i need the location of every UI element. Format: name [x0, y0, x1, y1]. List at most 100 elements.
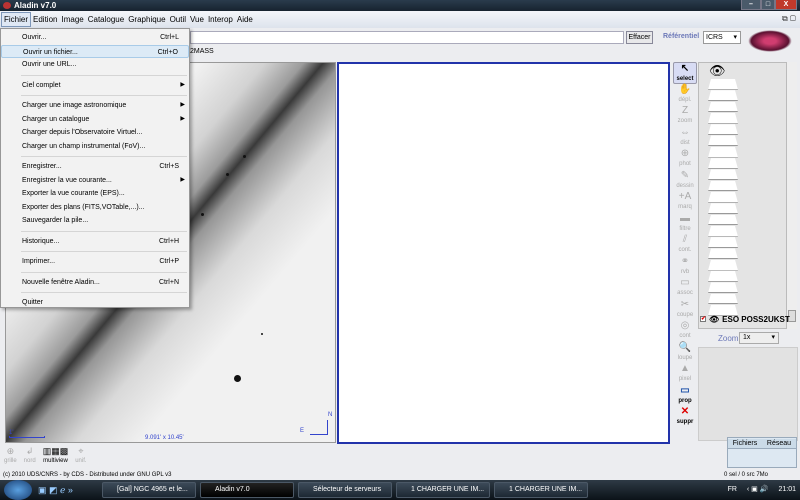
fov-label: 9.091' x 10.45' [145, 435, 184, 441]
tool-loupe[interactable]: 🔍 loupe [673, 342, 697, 364]
menu-vue[interactable]: Vue [188, 13, 206, 26]
toolbar: ↖ select ✋ dépl. Zzoom ⇔ dist ⊕ phot ✎ dessin +A mar… [673, 62, 697, 428]
frame-select[interactable]: ICRS ▾ [703, 31, 741, 44]
tool-dist[interactable]: ⇔ dist [673, 127, 697, 149]
menu-image[interactable]: Image [59, 13, 85, 26]
plane-checkbox[interactable]: ✔ [700, 316, 706, 322]
menu-item[interactable]: Ciel complet ▶ [1, 79, 189, 93]
taskbar-item[interactable]: 1 CHARGER UNE IM... [396, 482, 490, 498]
menu-item[interactable]: Quitter [1, 296, 189, 310]
tool-dpl[interactable]: ✋ dépl. [673, 84, 697, 106]
menu-edition[interactable]: Edition [31, 13, 59, 26]
tool-filtre[interactable]: ▬ filtre [673, 213, 697, 235]
rvb-icon: ⚭ [680, 255, 690, 267]
tool-assoc[interactable]: ▭ assoc [673, 277, 697, 299]
empty-plane-slot [708, 135, 738, 147]
coupe-icon: ✂ [680, 298, 690, 310]
start-button[interactable] [4, 480, 32, 500]
empty-plane-slot [708, 225, 738, 237]
tab-reseau[interactable]: Réseau [762, 439, 796, 449]
tray-icons[interactable]: ‹ ▣ 🔊 [747, 480, 769, 500]
minimize-button[interactable]: – [741, 0, 761, 10]
menu-item-label: Ouvrir un fichier... [23, 48, 78, 56]
menu-item[interactable]: Charger depuis l'Observatoire Virtuel... [1, 126, 189, 140]
tool-multiview[interactable]: ▥▦▩ multiview [43, 446, 69, 465]
stack-scrollbar[interactable] [787, 62, 797, 329]
menu-aide[interactable]: Aide [235, 13, 255, 26]
menu-bar: Fichier Edition Image Catalogue Graphique Out… [0, 11, 800, 28]
taskbar-item[interactable]: 1 CHARGER UNE IM... [494, 482, 588, 498]
app-icon [3, 2, 11, 9]
menu-item[interactable]: Enregistrer... Ctrl+S [1, 160, 189, 174]
command-input[interactable] [190, 31, 624, 44]
empty-plane-slot [708, 237, 738, 248]
menu-item[interactable]: Ouvrir un fichier... Ctrl+O [1, 44, 189, 58]
menu-item[interactable]: Enregistrer la vue courante... ▶ [1, 174, 189, 188]
prop-icon: ▭ [680, 384, 690, 396]
plane-stack[interactable]: 👁 [698, 62, 787, 329]
star [226, 173, 229, 176]
menu-item-label: Historique... [22, 237, 60, 245]
tool-label: prop [678, 397, 692, 404]
menu-item[interactable]: Charger une image astronomique ▶ [1, 99, 189, 113]
menu-item[interactable]: Charger un catalogue ▶ [1, 113, 189, 127]
menu-outil[interactable]: Outil [168, 13, 188, 26]
nord-icon: ↲ [25, 446, 34, 456]
menu-separator [21, 230, 187, 232]
tool-unif[interactable]: ⌖ unif. [75, 446, 86, 465]
taskbar-item[interactable]: Aladin v7.0 [200, 482, 294, 498]
menu-item[interactable]: Exporter des plans (FITS,VOTable,...)... [1, 201, 189, 215]
maximize-button[interactable]: □ [761, 0, 775, 10]
menu-item[interactable]: Exporter la vue courante (EPS)... [1, 187, 189, 201]
menu-item[interactable]: Sauvegarder la pile... [1, 214, 189, 228]
tool-label: cont [679, 333, 691, 339]
tool-dessin[interactable]: ✎ dessin [673, 170, 697, 192]
window-restore-icons[interactable]: ⧉ ▢ [782, 14, 796, 24]
close-button[interactable]: X [775, 0, 797, 10]
filtre-icon: ▬ [680, 212, 690, 224]
tool-cont[interactable]: ◎ cont [673, 320, 697, 342]
tool-suppr[interactable]: ✕ suppr [673, 406, 697, 428]
title-bar: Aladin v7.0 – □ X [0, 0, 800, 11]
tool-grille[interactable]: ⊕ grille [4, 446, 17, 465]
empty-plane-slot [708, 259, 738, 271]
zoom-select[interactable]: 1x ▾ [739, 332, 779, 344]
eye-icon[interactable]: 👁 [709, 63, 786, 79]
taskbar-item[interactable]: Sélecteur de serveurs [298, 482, 392, 498]
menu-item[interactable]: Nouvelle fenêtre Aladin... Ctrl+N [1, 276, 189, 290]
tool-pixel[interactable]: ▲ pixel [673, 363, 697, 385]
menu-fichier[interactable]: Fichier [1, 12, 32, 27]
menu-item[interactable]: Historique... Ctrl+H [1, 235, 189, 249]
menu-item-shortcut: Ctrl+P [159, 258, 179, 265]
quick-launch-icons[interactable]: ▣ ◩ ℯ » [38, 484, 98, 496]
menu-catalogue[interactable]: Catalogue [86, 13, 126, 26]
plane-item[interactable]: ✔ 👁 ESO POSS2UKST [700, 314, 790, 324]
menu-graphique[interactable]: Graphique [126, 13, 167, 26]
tool-coupe[interactable]: ✂ coupe [673, 299, 697, 321]
clock: 21:01 [778, 486, 796, 493]
menu-item[interactable]: Ouvrir... Ctrl+L [1, 31, 189, 45]
tool-phot[interactable]: ⊕ phot [673, 148, 697, 170]
menu-item[interactable]: Ouvrir une URL... [1, 58, 189, 72]
tool-nord[interactable]: ↲ nord [24, 446, 36, 465]
menu-item[interactable]: Imprimer... Ctrl+P [1, 255, 189, 269]
submenu-arrow-icon: ▶ [180, 115, 185, 122]
tab-fichiers[interactable]: Fichiers [728, 439, 762, 449]
tool-select[interactable]: ↖ select [673, 62, 697, 84]
submenu-arrow-icon: ▶ [180, 176, 185, 183]
tool-zoom[interactable]: Zzoom [673, 105, 697, 127]
menu-item[interactable]: Charger un champ instrumental (FoV)... [1, 140, 189, 154]
language-indicator[interactable]: FR [728, 480, 737, 500]
tool-prop[interactable]: ▭ prop [673, 385, 697, 407]
tool-marq[interactable]: +A marq [673, 191, 697, 213]
taskbar-item[interactable]: [Gal] NGC 4965 et le... [102, 482, 196, 498]
tool-label: marq [678, 204, 692, 210]
clear-button[interactable]: Effacer [626, 31, 653, 44]
empty-plane-slot [708, 79, 738, 90]
tool-cont[interactable]: ⫽ cont. [673, 234, 697, 256]
image-view-right[interactable] [337, 62, 670, 444]
menu-item-label: Charger un catalogue [22, 115, 90, 123]
menu-interop[interactable]: Interop [206, 13, 235, 26]
menu-item-label: Enregistrer... [22, 163, 62, 170]
tool-rvb[interactable]: ⚭ rvb [673, 256, 697, 278]
